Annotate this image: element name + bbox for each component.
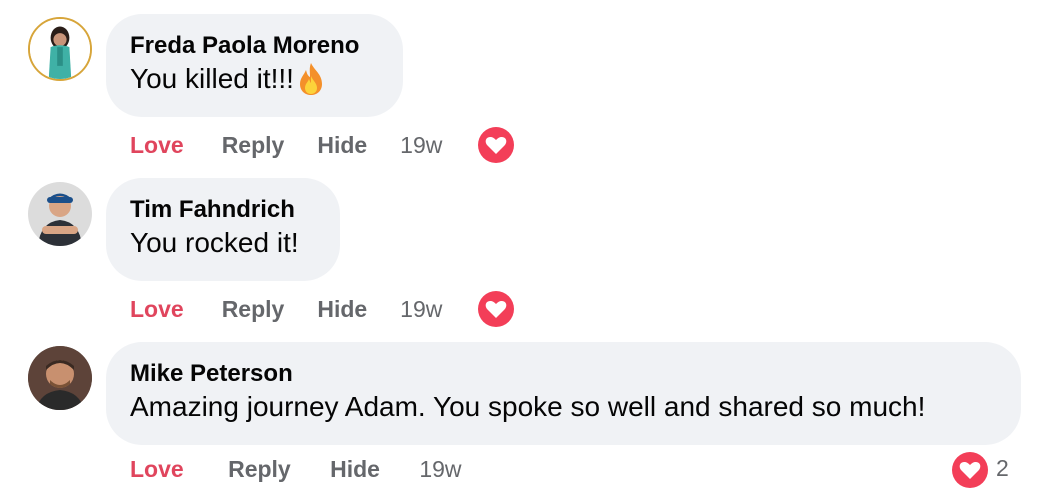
comment-text: You killed it!!! — [130, 63, 294, 94]
timestamp[interactable]: 19w — [400, 132, 442, 159]
hide-action[interactable]: Hide — [330, 456, 380, 482]
reply-action[interactable]: Reply — [222, 132, 285, 159]
heart-icon[interactable] — [478, 127, 515, 163]
comment-bubble[interactable]: Mike Peterson Amazing journey Adam. You … — [106, 342, 1021, 445]
comment-author[interactable]: Tim Fahndrich — [130, 195, 316, 225]
comment-bubble[interactable]: Tim Fahndrich You rocked it! — [106, 178, 340, 281]
comment-author[interactable]: Freda Paola Moreno — [130, 31, 379, 61]
comment-actions: Love Reply Hide 19w — [130, 127, 515, 163]
avatar[interactable] — [28, 182, 92, 246]
avatar[interactable] — [28, 346, 92, 410]
avatar-freda-image — [30, 19, 90, 79]
timestamp[interactable]: 19w — [419, 456, 461, 482]
avatar-mike-image — [28, 346, 92, 410]
love-action[interactable]: Love — [130, 296, 184, 323]
comment-bubble[interactable]: Freda Paola Moreno You killed it!!! — [106, 14, 403, 117]
timestamp[interactable]: 19w — [400, 296, 442, 323]
comment-author[interactable]: Mike Peterson — [130, 359, 997, 389]
comment-actions: Love Reply Hide 19w — [130, 456, 498, 482]
hide-action[interactable]: Hide — [317, 132, 367, 159]
avatar[interactable] — [28, 17, 92, 81]
hide-action[interactable]: Hide — [317, 296, 367, 323]
comment-actions: Love Reply Hide 19w — [130, 291, 515, 327]
heart-icon[interactable] — [952, 452, 988, 488]
comment-text: Amazing journey Adam. You spoke so well … — [130, 391, 926, 422]
reply-action[interactable]: Reply — [228, 456, 291, 482]
love-action[interactable]: Love — [130, 456, 184, 482]
fire-emoji-icon — [296, 62, 326, 96]
comment-text: You rocked it! — [130, 227, 299, 258]
reply-action[interactable]: Reply — [222, 296, 285, 323]
heart-icon[interactable] — [478, 291, 515, 327]
love-action[interactable]: Love — [130, 132, 184, 159]
avatar-tim-image — [28, 182, 92, 246]
reaction-count[interactable]: 2 — [996, 455, 1009, 482]
